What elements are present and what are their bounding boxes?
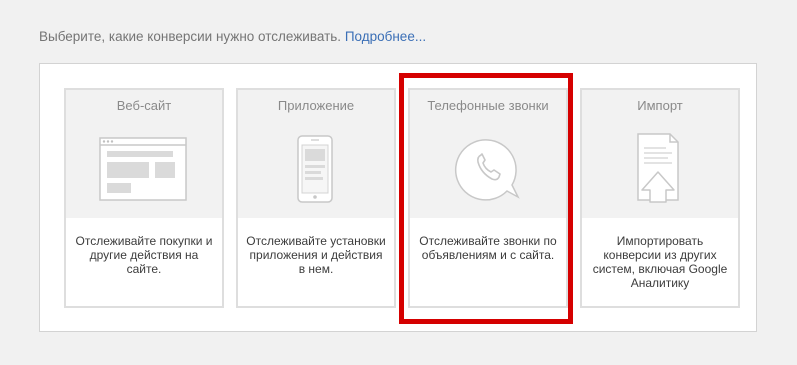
card-import-description: Импортировать конверсии из других систем… xyxy=(592,234,728,290)
intro-label: Выберите, какие конверсии нужно отслежив… xyxy=(39,29,342,44)
phone-call-icon xyxy=(454,139,520,201)
card-app-description: Отслеживайте установки приложения и дейс… xyxy=(246,234,386,276)
card-app[interactable]: Приложение Отслеживайте установки прилож… xyxy=(236,88,396,308)
intro-text: Выберите, какие конверсии нужно отслежив… xyxy=(39,29,426,44)
card-website[interactable]: Веб-сайт Отслеживайте покупки и другие д… xyxy=(64,88,224,308)
import-icon xyxy=(637,133,679,203)
card-phone-calls[interactable]: Телефонные звонки Отслеживайте звонки по… xyxy=(408,88,568,308)
card-phone-calls-description: Отслеживайте звонки по объявлениям и с с… xyxy=(419,234,557,262)
website-icon xyxy=(99,137,187,201)
card-website-description: Отслеживайте покупки и другие действия н… xyxy=(75,234,213,276)
mobile-app-icon xyxy=(297,135,333,203)
learn-more-link[interactable]: Подробнее... xyxy=(345,29,426,44)
card-import[interactable]: Импорт Импортировать конверсии из других… xyxy=(580,88,740,308)
